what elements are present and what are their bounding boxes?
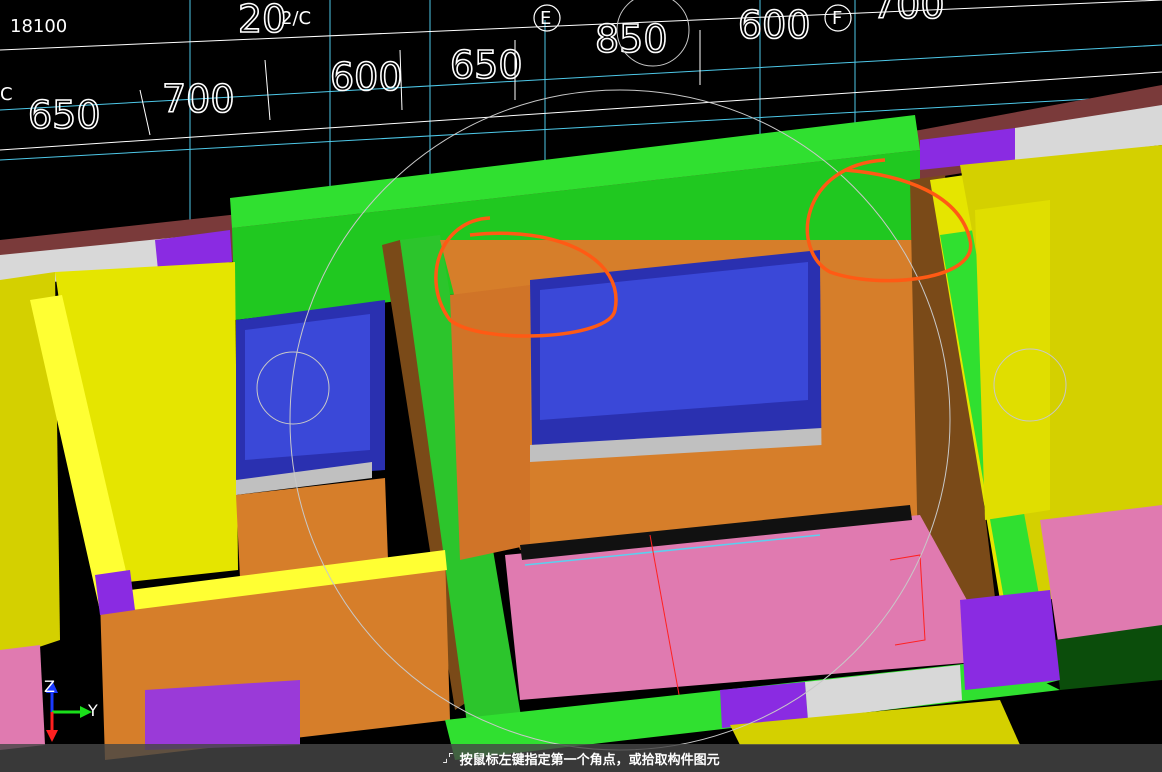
status-message: 按鼠标左键指定第一个角点，或拾取构件图元 <box>459 752 720 768</box>
dim-label-650-mid: 650 <box>450 43 523 87</box>
column-right-inner <box>975 200 1050 520</box>
dim-label-2c: 2/C <box>281 8 311 29</box>
dim-label-650-left: 650 <box>28 93 101 137</box>
dim-label-c: C <box>0 84 13 105</box>
dim-label-18100: 18100 <box>10 16 67 37</box>
axis-z-label: Z <box>44 677 55 696</box>
dim-label-700-left: 700 <box>162 77 235 121</box>
axis-y-label: Y <box>87 701 98 720</box>
dim-label-e: E <box>540 8 551 29</box>
dim-label-600-mid: 600 <box>330 55 403 99</box>
dim-label-700-top: 700 <box>872 0 945 27</box>
cad-3d-viewport[interactable]: 18100 20 2/C E 850 600 F 700 650 700 600… <box>0 0 1162 772</box>
slab-lower-left-pink <box>0 645 45 750</box>
status-bar: ⌟⌜ 按鼠标左键指定第一个角点，或拾取构件图元 <box>0 744 1162 772</box>
window-left-glass <box>245 314 370 460</box>
dim-label-600-top: 600 <box>738 3 811 47</box>
dim-label-850: 850 <box>595 17 668 61</box>
corner-cursor-icon: ⌟⌜ <box>442 751 454 765</box>
column-purple-lower-left <box>95 570 135 615</box>
dim-label-20: 20 <box>238 0 286 41</box>
dim-label-f: F <box>832 8 842 29</box>
wall-lower-left-purple <box>145 680 300 750</box>
column-purple-bottom-right <box>960 590 1060 690</box>
